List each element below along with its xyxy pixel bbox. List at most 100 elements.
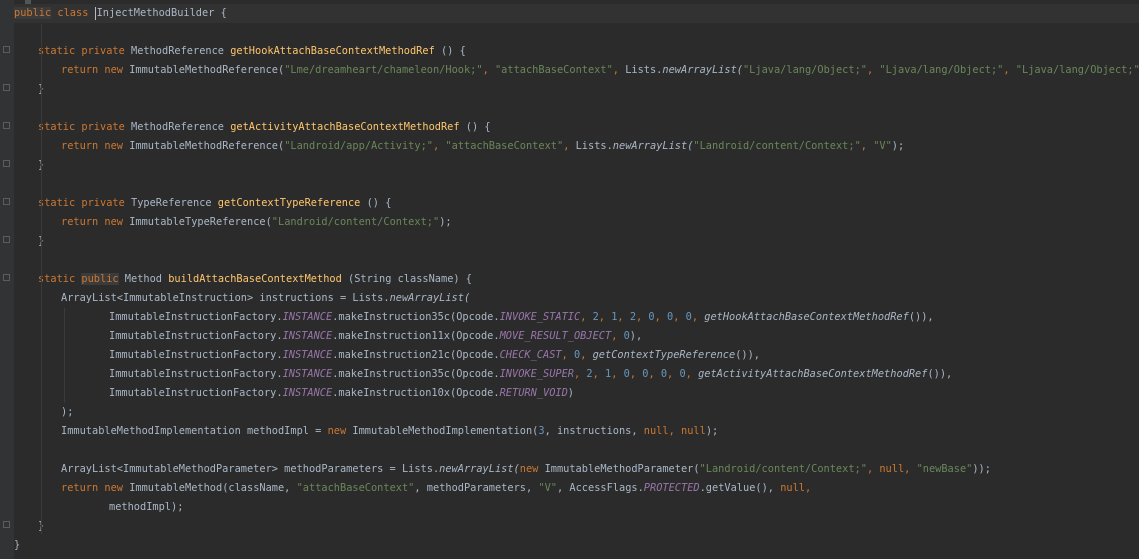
static-field: PROTECTED <box>643 482 700 494</box>
code-line-method-impl[interactable]: ImmutableMethodImplementation methodImpl… <box>61 422 718 441</box>
code-line-method2-return[interactable]: return new ImmutableMethodReference( "Lan… <box>61 137 904 156</box>
constructor: ImmutableMethodImplementation( <box>352 425 539 437</box>
method-call: getHookAttachBaseContextMethodRef <box>704 311 909 323</box>
text-cursor <box>94 6 96 20</box>
keyword: new <box>327 425 353 437</box>
method-call: .makeInstruction35c(Opcode. <box>332 311 500 323</box>
keyword: static private <box>38 197 131 209</box>
punctuation: ()), <box>735 349 761 361</box>
code-line-method1-return[interactable]: return new ImmutableMethodReference("Lme… <box>61 61 1139 80</box>
fold-toggle-icon[interactable] <box>3 84 10 91</box>
identifier: ImmutableInstructionFactory. <box>109 311 283 323</box>
code-line-close-class: } <box>14 539 21 551</box>
constructor: ImmutableTypeReference( <box>129 216 272 228</box>
identifier: Lists. <box>625 64 663 76</box>
identifier: ImmutableInstructionFactory. <box>109 387 283 399</box>
declaration: ImmutableMethodImplementation methodImpl… <box>61 425 328 437</box>
code-line-close-list: ); <box>61 406 74 418</box>
static-field: INSTANCE <box>282 311 333 323</box>
brace: { <box>214 7 227 19</box>
code-line-method2-signature[interactable]: static private MethodReference getActivi… <box>38 118 491 137</box>
string-literal: "Landroid/content/Context;" <box>693 140 861 152</box>
identifier: ImmutableInstructionFactory. <box>109 368 283 380</box>
string-literal: "V" <box>538 482 557 494</box>
fold-toggle-icon[interactable] <box>3 274 10 281</box>
opcode: INVOKE_SUPER <box>499 368 574 380</box>
fold-toggle-icon[interactable] <box>3 46 10 53</box>
string-literal: "Ljava/lang/Object;" <box>742 64 867 76</box>
keyword: class <box>57 7 89 19</box>
keyword: return new <box>61 482 130 494</box>
method-name: getActivityAttachBaseContextMethodRef <box>230 121 460 133</box>
code-line-return-method-cont: methodImpl); <box>109 501 184 513</box>
keyword: return new <box>61 140 130 152</box>
type: TypeReference <box>131 197 218 209</box>
method-call: newArrayList( <box>612 140 694 152</box>
type: Method <box>118 273 169 285</box>
indent-guide <box>41 24 42 534</box>
punctuation: , <box>805 482 812 494</box>
code-line-return-method[interactable]: return new ImmutableMethod(className, "a… <box>61 479 811 498</box>
keyword: static <box>38 273 82 285</box>
code-line-method3-return[interactable]: return new ImmutableTypeReference("Landr… <box>61 213 452 232</box>
opcode: CHECK_CAST <box>499 349 562 361</box>
code-line-instruction-3[interactable]: ImmutableInstructionFactory.INSTANCE.mak… <box>109 346 760 365</box>
method-name: buildAttachBaseContextMethod <box>168 273 342 285</box>
string-literal: "Landroid/content/Context;" <box>699 463 867 475</box>
code-line-instruction-1[interactable]: ImmutableInstructionFactory.INSTANCE.mak… <box>109 308 934 327</box>
arguments: , instructions, <box>544 425 644 437</box>
string-literal: "attachBaseContext" <box>296 482 415 494</box>
keyword: null <box>643 425 669 437</box>
opcode: INVOKE_STATIC <box>499 311 581 323</box>
method-name: getHookAttachBaseContextMethodRef <box>230 45 435 57</box>
code-line-instructions-decl[interactable]: ArrayList<ImmutableInstruction> instruct… <box>61 289 470 308</box>
fold-toggle-icon[interactable] <box>3 160 10 167</box>
string-literal: "V" <box>873 140 892 152</box>
type: MethodReference <box>131 45 231 57</box>
method-call: .makeInstruction10x(Opcode. <box>332 387 500 399</box>
punctuation: )); <box>972 463 991 475</box>
constructor: ImmutableMethodReference( <box>129 140 285 152</box>
punctuation: ); <box>705 425 719 437</box>
code-line-class-declaration[interactable]: public class InjectMethodBuilder { <box>14 4 1139 23</box>
method-call: .makeInstruction21c(Opcode. <box>332 349 500 361</box>
method-call: newArrayList( <box>662 64 743 76</box>
fold-toggle-icon[interactable] <box>3 521 10 528</box>
opcode: MOVE_RESULT_OBJECT <box>499 330 612 342</box>
method-call: .getValue(), <box>699 482 781 494</box>
static-field: INSTANCE <box>282 349 333 361</box>
string-literal: "Lme/dreamheart/chameleon/Hook;" <box>284 64 483 76</box>
keyword: null <box>879 463 905 475</box>
fold-toggle-icon[interactable] <box>3 198 10 205</box>
code-line-instruction-4[interactable]: ImmutableInstructionFactory.INSTANCE.mak… <box>109 365 952 384</box>
string-literal: "attachBaseContext" <box>445 140 564 152</box>
declaration: ArrayList<ImmutableMethodParameter> meth… <box>61 463 440 475</box>
indent-guide <box>64 308 65 403</box>
opcode: RETURN_VOID <box>499 387 568 399</box>
string-literal: "newBase" <box>916 463 973 475</box>
punctuation: ()), <box>908 311 934 323</box>
code-line-method1-signature[interactable]: static private MethodReference getHookAt… <box>38 42 466 61</box>
keyword: null <box>681 425 706 437</box>
arguments: , methodParameters, <box>414 482 539 494</box>
punctuation: ); <box>439 216 452 228</box>
string-literal: "Landroid/content/Context;" <box>271 216 440 228</box>
code-line-method-params[interactable]: ArrayList<ImmutableMethodParameter> meth… <box>61 460 991 479</box>
method-call: getActivityAttachBaseContextMethodRef <box>698 368 928 380</box>
string-literal: "Ljava/lang/Object;" <box>879 64 1004 76</box>
punctuation: ); <box>891 140 905 152</box>
static-field: INSTANCE <box>282 330 333 342</box>
fold-toggle-icon[interactable] <box>3 236 10 243</box>
code-line-method3-signature[interactable]: static private TypeReference getContextT… <box>38 194 391 213</box>
punctuation: ()), <box>927 368 953 380</box>
keyword: new <box>519 463 545 475</box>
identifier: Lists. <box>575 140 613 152</box>
fold-toggle-icon[interactable] <box>3 122 10 129</box>
method-call: getContextTypeReference <box>592 349 736 361</box>
code-line-instruction-5[interactable]: ImmutableInstructionFactory.INSTANCE.mak… <box>109 384 574 403</box>
code-line-method4-signature[interactable]: static public Method buildAttachBaseCont… <box>38 270 472 289</box>
signature: (String className) { <box>341 273 472 285</box>
code-editor[interactable]: public class InjectMethodBuilder { stati… <box>0 0 1139 559</box>
code-line-instruction-2[interactable]: ImmutableInstructionFactory.INSTANCE.mak… <box>109 327 642 346</box>
string-literal: "Ljava/lang/Object;" <box>1015 64 1139 76</box>
